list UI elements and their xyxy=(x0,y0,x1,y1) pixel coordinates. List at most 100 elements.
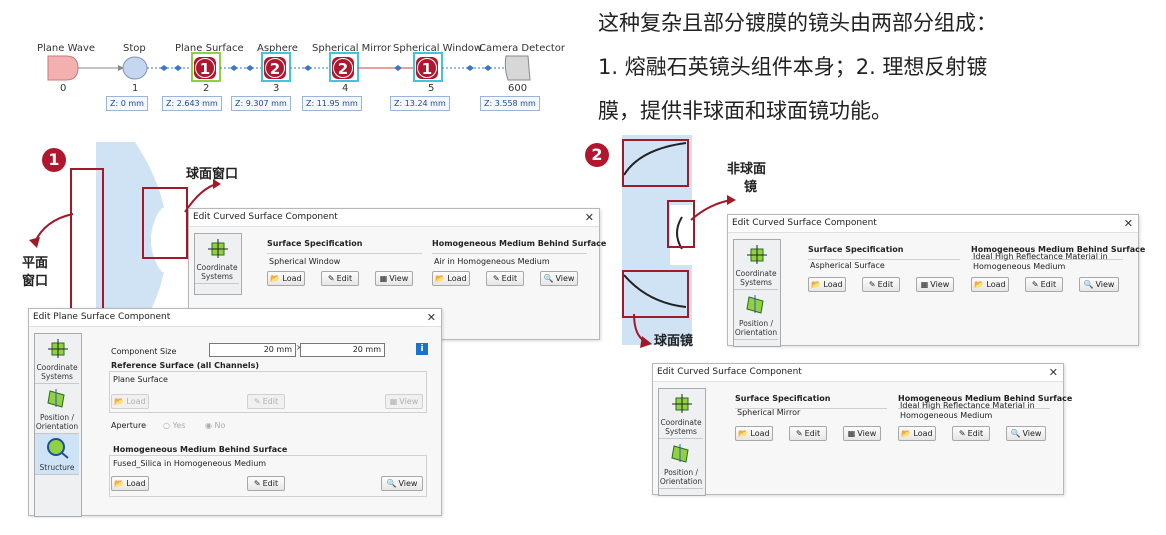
side-coordinate-systems[interactable]: Coordinate Systems xyxy=(195,234,239,284)
sidebar: Coordinate Systems Position / Orientatio… xyxy=(658,388,706,496)
side-coordinate-systems[interactable]: Coordinate Systems xyxy=(659,389,703,439)
callout-badge-1: 1 xyxy=(42,148,66,172)
chain-badge-2a: 2 xyxy=(264,57,286,79)
position-orientation-icon xyxy=(671,444,689,463)
surface-spec-title: Surface Specification xyxy=(735,394,831,403)
load-button[interactable]: 📂 Load xyxy=(735,426,773,441)
z-position-box[interactable]: Z: 2.643 mm xyxy=(162,96,222,111)
chain-graph[interactable] xyxy=(40,52,540,92)
label-aspheric-2: 镜 xyxy=(744,180,758,195)
plane-window-arrow xyxy=(29,213,74,248)
edit-button[interactable]: ✎ Edit xyxy=(486,271,524,286)
coordinate-systems-icon xyxy=(672,394,692,413)
z-position-box[interactable]: Z: 11.95 mm xyxy=(302,96,362,111)
label-plane-2: 窗口 xyxy=(22,274,49,289)
chain-index: 1 xyxy=(132,83,139,94)
chain-index: 2 xyxy=(203,83,210,94)
chain-index: 4 xyxy=(342,83,349,94)
chain-index: 600 xyxy=(508,83,528,94)
description-line-2: 1. 熔融石英镜头组件本身；2. 理想反射镀 xyxy=(598,55,988,79)
info-icon[interactable]: i xyxy=(416,343,428,355)
side-position-orientation[interactable]: Position / Orientation xyxy=(659,439,703,489)
close-icon[interactable]: ✕ xyxy=(1124,215,1133,232)
side-coordinate-systems[interactable]: Coordinate Systems xyxy=(734,240,778,290)
load-button[interactable]: 📂 Load xyxy=(111,394,149,409)
close-icon[interactable]: ✕ xyxy=(1049,364,1058,381)
chain-badge-2b: 2 xyxy=(332,57,354,79)
aperture-label: Aperture xyxy=(111,421,147,430)
sidebar: Coordinate Systems Position / Orientatio… xyxy=(34,333,82,517)
aspheric-top-highlight xyxy=(622,139,689,187)
load-button[interactable]: 📂 Load xyxy=(267,271,305,286)
dialog-edit-plane-surface: Edit Plane Surface Component ✕ Coordinate… xyxy=(28,308,442,517)
callout-badge-2: 2 xyxy=(585,143,609,167)
load-button[interactable]: 📂 Load xyxy=(432,271,470,286)
chain-index: 0 xyxy=(60,83,67,94)
load-button[interactable]: 📂 Load xyxy=(971,277,1009,292)
edit-button[interactable]: ✎ Edit xyxy=(1025,277,1063,292)
edit-button[interactable]: ✎ Edit xyxy=(789,426,827,441)
component-size-label: Component Size xyxy=(111,347,177,356)
surface-spec-value: Aspherical Surface xyxy=(810,261,885,270)
z-position-box[interactable]: Z: 0 mm xyxy=(106,96,148,111)
edit-button[interactable]: ✎ Edit xyxy=(247,394,285,409)
side-coordinate-systems[interactable]: Coordinate Systems xyxy=(35,334,79,384)
dialog-edit-curved-surface-asphere: Edit Curved Surface Component ✕ Coordinat… xyxy=(727,214,1145,347)
surface-spec-title: Surface Specification xyxy=(267,239,363,248)
chain-badge-1: 1 xyxy=(194,57,216,79)
side-structure[interactable]: Structure xyxy=(35,434,79,475)
view-button[interactable]: ▦ View xyxy=(385,394,423,409)
medium-value: Fused_Silica in Homogeneous Medium xyxy=(113,459,267,468)
coordinate-systems-icon xyxy=(208,239,228,258)
close-icon[interactable]: ✕ xyxy=(585,209,594,226)
plane-wave-source-icon xyxy=(47,55,79,81)
close-icon[interactable]: ✕ xyxy=(427,309,436,326)
view-button[interactable]: 🔍 View xyxy=(381,476,423,491)
size-y-input[interactable]: 20 mm xyxy=(300,343,385,357)
medium-value-1: Ideal High Reflectance Material in xyxy=(973,252,1108,261)
view-button[interactable]: 🔍 View xyxy=(1006,426,1046,441)
position-orientation-icon xyxy=(47,389,65,408)
edit-button[interactable]: ✎ Edit xyxy=(247,476,285,491)
view-button[interactable]: ▦ View xyxy=(843,426,881,441)
size-x-input[interactable]: 20 mm xyxy=(209,343,296,357)
view-button[interactable]: ▦ View xyxy=(375,271,413,286)
surface-spec-value: Spherical Window xyxy=(269,257,341,266)
medium-title: Homogeneous Medium Behind Surface xyxy=(432,239,607,248)
surface-spec-title: Surface Specification xyxy=(808,245,904,254)
medium-value-1: Ideal High Reflectance Material in xyxy=(900,401,1035,410)
view-button[interactable]: ▦ View xyxy=(916,277,954,292)
dialog-title: Edit Curved Surface Component xyxy=(657,367,802,377)
view-button[interactable]: 🔍 View xyxy=(540,271,578,286)
coordinate-systems-icon xyxy=(747,245,767,264)
chain-badge-1b: 1 xyxy=(416,57,438,79)
position-orientation-icon xyxy=(746,295,764,314)
medium-value-2: Homogeneous Medium xyxy=(900,411,993,420)
description-line-3: 膜，提供非球面和球面镜功能。 xyxy=(598,99,892,123)
spherical-mirror-highlight xyxy=(622,270,689,318)
sidebar: Coordinate Systems xyxy=(194,233,242,295)
reference-surface-value: Plane Surface xyxy=(113,375,168,384)
z-position-box[interactable]: Z: 3.558 mm xyxy=(480,96,540,111)
load-button[interactable]: 📂 Load xyxy=(898,426,936,441)
edit-button[interactable]: ✎ Edit xyxy=(862,277,900,292)
load-button[interactable]: 📂 Load xyxy=(808,277,846,292)
coordinate-systems-icon xyxy=(48,339,68,358)
side-position-orientation[interactable]: Position / Orientation xyxy=(35,384,79,434)
z-position-box[interactable]: Z: 9.307 mm xyxy=(231,96,291,111)
view-button[interactable]: 🔍 View xyxy=(1079,277,1119,292)
edit-button[interactable]: ✎ Edit xyxy=(321,271,359,286)
label-spherical-mirror: 球面镜 xyxy=(654,334,694,349)
sidebar: Coordinate Systems Position / Orientatio… xyxy=(733,239,781,347)
spherical-window-highlight xyxy=(142,187,188,259)
edit-button[interactable]: ✎ Edit xyxy=(952,426,990,441)
stop-icon xyxy=(122,56,148,80)
dialog-title: Edit Curved Surface Component xyxy=(732,218,877,228)
load-button[interactable]: 📂 Load xyxy=(111,476,149,491)
aperture-yes-radio[interactable]: ○ Yes xyxy=(163,421,185,430)
aperture-no-radio[interactable]: ◉ No xyxy=(205,421,225,430)
side-position-orientation[interactable]: Position / Orientation xyxy=(734,290,778,340)
reference-surface-title: Reference Surface (all Channels) xyxy=(111,361,260,370)
z-position-box[interactable]: Z: 13.24 mm xyxy=(390,96,450,111)
dialog-title: Edit Plane Surface Component xyxy=(33,312,171,322)
